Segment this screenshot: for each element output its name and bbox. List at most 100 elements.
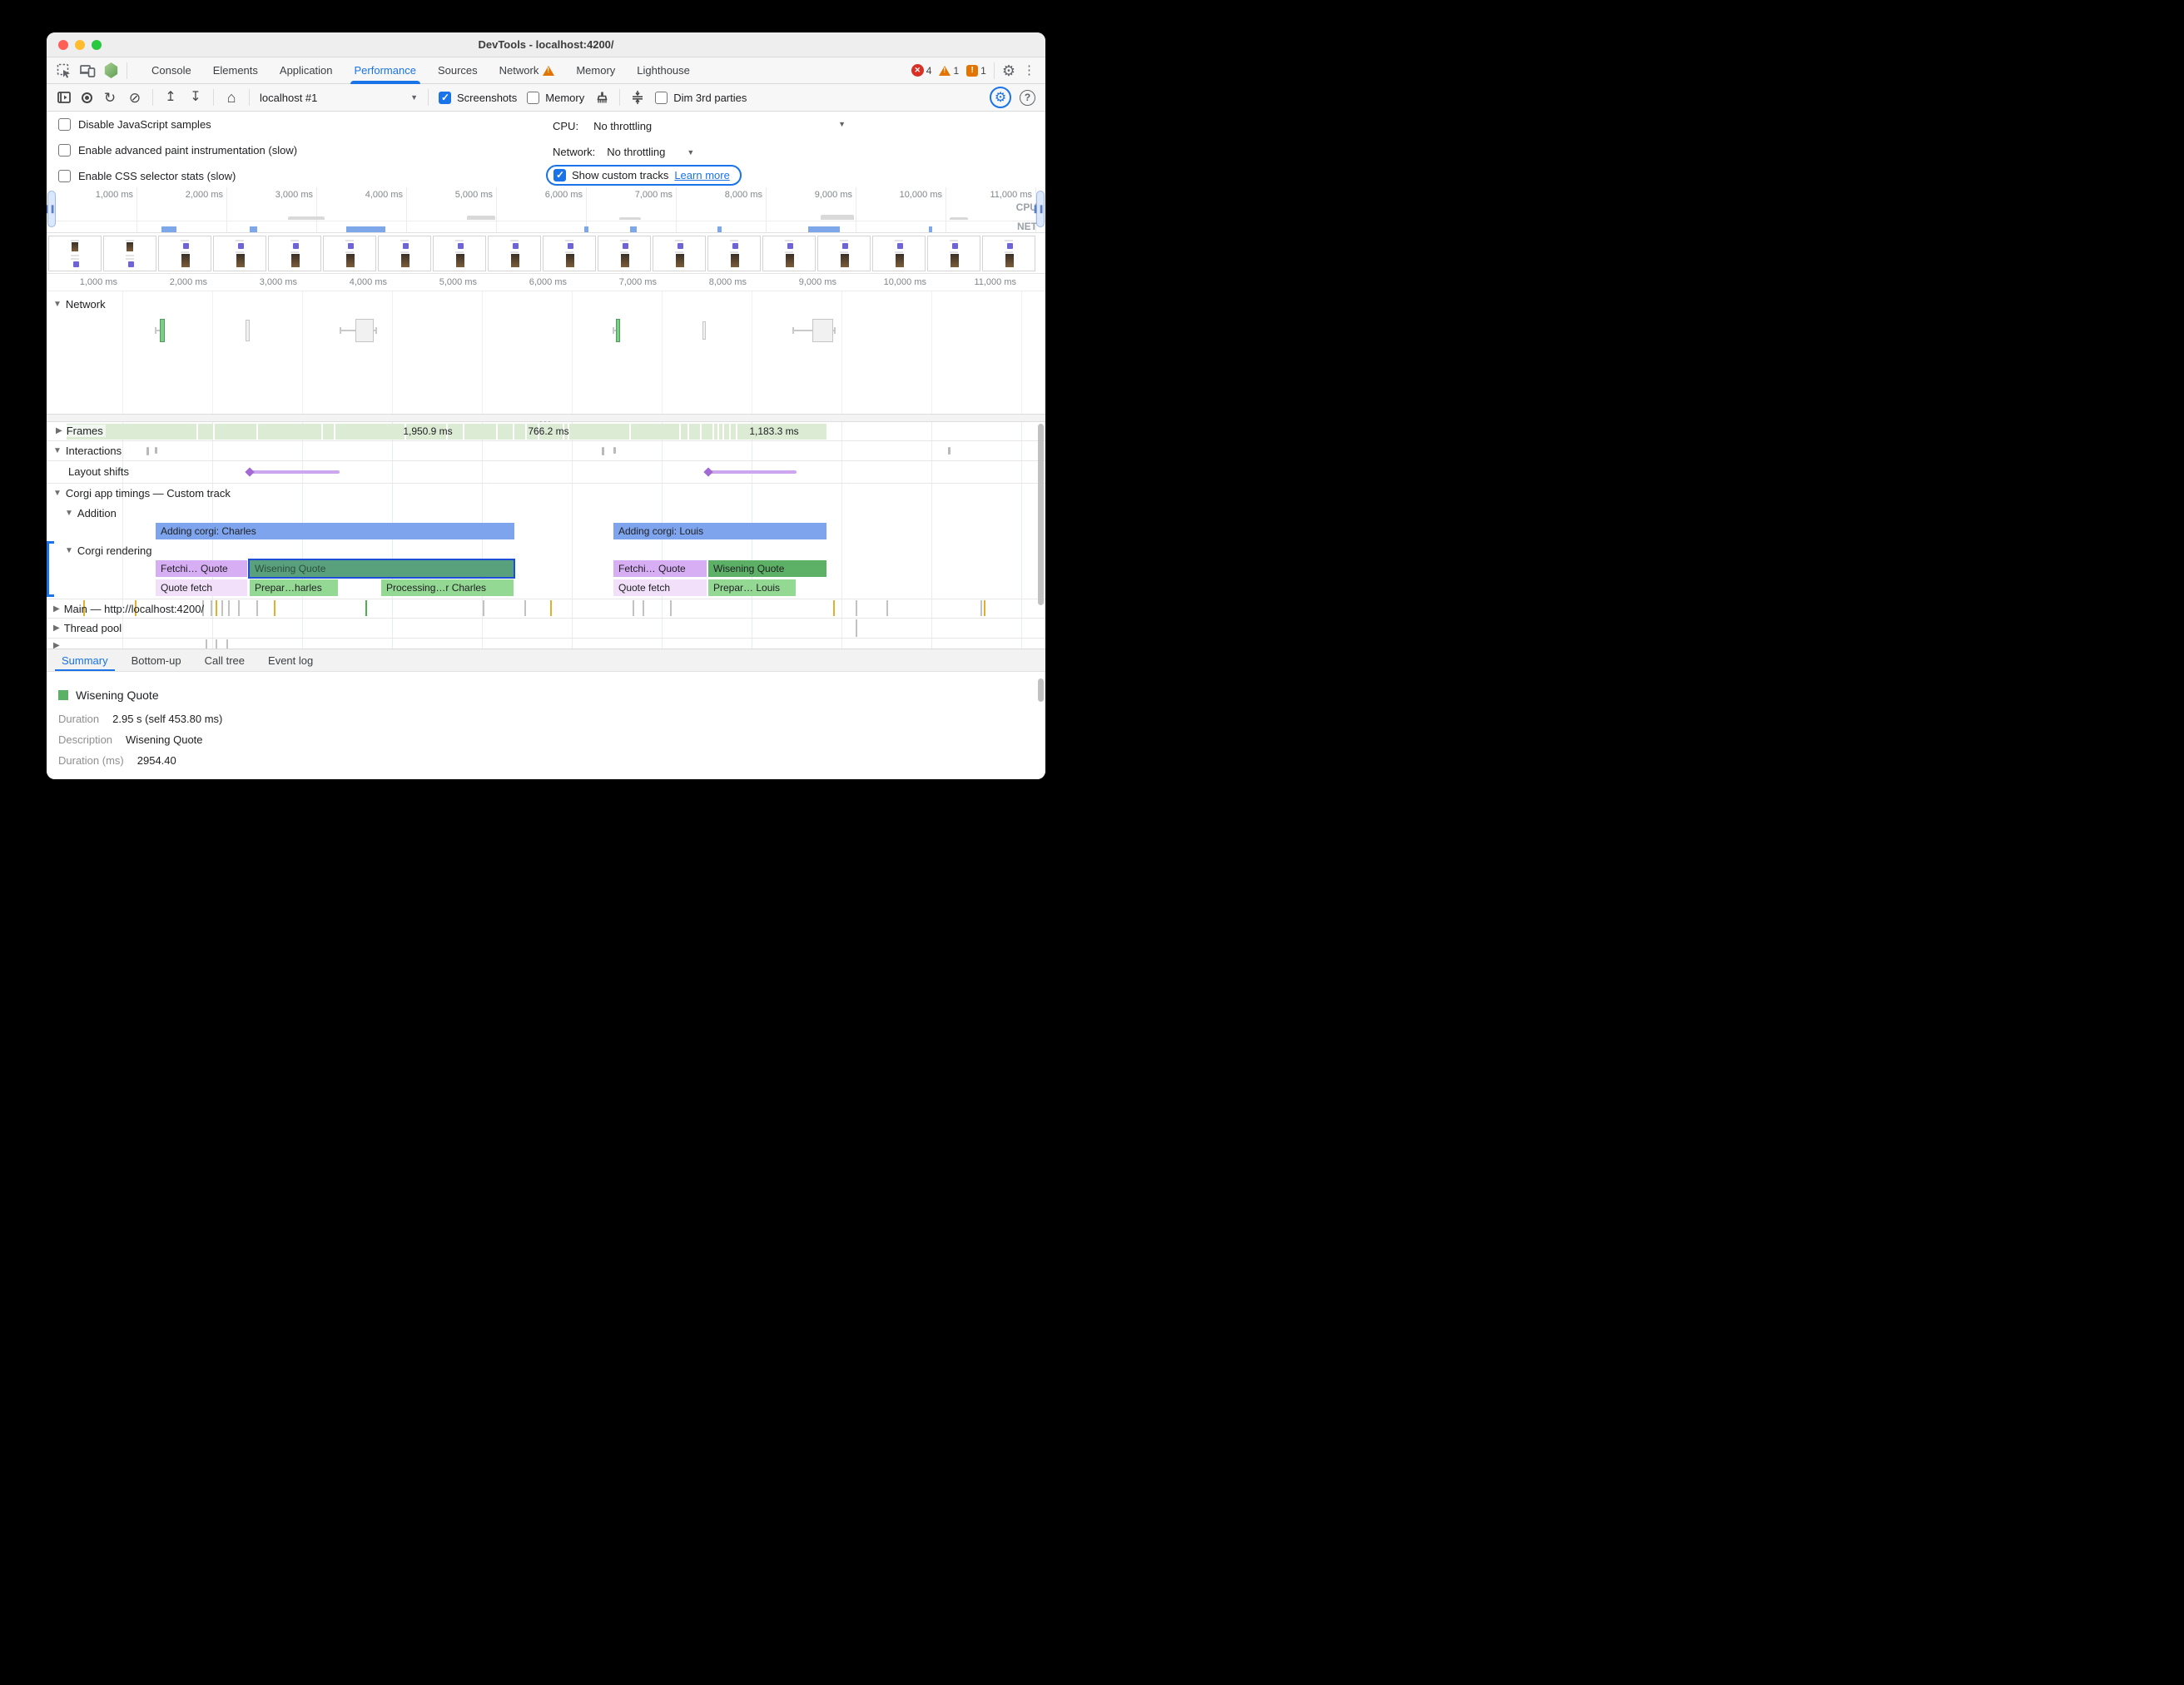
network-request[interactable] — [792, 319, 836, 342]
custom-track-event[interactable]: Prepar… Louis — [708, 579, 796, 596]
tab-sources[interactable]: Sources — [427, 57, 489, 83]
layout-shifts-track-header[interactable]: Layout shifts — [68, 465, 129, 478]
console-warnings-badge[interactable]: 1 — [939, 65, 959, 77]
screenshot-thumbnail[interactable] — [982, 236, 1035, 271]
screenshot-thumbnail[interactable] — [158, 236, 211, 271]
gridline — [572, 422, 573, 649]
issues-badge[interactable]: !1 — [966, 65, 986, 77]
screenshot-thumbnail[interactable] — [48, 236, 102, 271]
custom-track-event[interactable]: Quote fetch — [156, 579, 247, 596]
details-tab-call-tree[interactable]: Call tree — [193, 649, 256, 671]
node-icon[interactable] — [104, 62, 118, 78]
network-track-header[interactable]: ▼ Network — [53, 298, 106, 311]
corgi-track-header[interactable]: ▼Corgi app timings — Custom track — [53, 487, 231, 500]
toggle-sidebar-icon[interactable] — [57, 92, 72, 103]
custom-track-event[interactable]: Wisening Quote — [708, 560, 826, 577]
network-throttling-select[interactable]: Network: No throttling ▼ — [553, 146, 694, 158]
overview-left-handle[interactable]: ▍▍ — [47, 191, 56, 227]
capture-settings-gear-button[interactable]: ⚙ — [990, 87, 1011, 108]
overview-gridline — [586, 187, 587, 232]
tab-label: Elements — [213, 64, 258, 77]
custom-track-event[interactable]: Prepar…harles — [250, 579, 338, 596]
clipped-track-header[interactable]: ▶ — [53, 641, 60, 649]
screenshots-checkbox[interactable]: Screenshots — [439, 92, 517, 104]
help-icon[interactable]: ? — [1020, 90, 1035, 106]
collapse-rows-icon[interactable] — [630, 91, 645, 104]
thread-pool-track-header[interactable]: ▶Thread pool — [53, 622, 122, 634]
interactions-track-header[interactable]: ▼Interactions — [53, 445, 122, 457]
tab-application[interactable]: Application — [269, 57, 344, 83]
main-thread-track-header[interactable]: ▶Main — http://localhost:4200/ — [53, 603, 204, 615]
tab-memory[interactable]: Memory — [565, 57, 626, 83]
tab-elements[interactable]: Elements — [202, 57, 269, 83]
screenshot-thumbnail[interactable] — [707, 236, 761, 271]
custom-track-event[interactable]: Quote fetch — [613, 579, 707, 596]
tab-performance[interactable]: Performance — [344, 57, 427, 83]
custom-track-event[interactable]: Adding corgi: Louis — [613, 523, 826, 539]
timeline-overview[interactable]: 1,000 ms2,000 ms3,000 ms4,000 ms5,000 ms… — [47, 187, 1045, 233]
cpu-throttling-select[interactable]: CPU: No throttling ▼ — [553, 120, 846, 132]
download-profile-button[interactable]: ↧ — [188, 91, 203, 104]
inspect-element-icon[interactable] — [57, 63, 72, 78]
dim-3rd-parties-checkbox[interactable]: Dim 3rd parties — [655, 92, 747, 104]
collect-garbage-icon[interactable] — [594, 92, 609, 104]
network-request[interactable] — [155, 319, 165, 342]
settings-gear-icon[interactable]: ⚙ — [1002, 63, 1015, 78]
addition-group-header[interactable]: ▼Addition — [65, 507, 117, 519]
screenshot-thumbnail[interactable] — [213, 236, 266, 271]
screenshot-thumbnail[interactable] — [488, 236, 541, 271]
screenshot-thumbnail[interactable] — [817, 236, 871, 271]
reload-and-record-button[interactable]: ↻ — [102, 91, 117, 105]
corgi-rendering-group-header[interactable]: ▼Corgi rendering — [65, 544, 152, 557]
screenshot-thumbnail[interactable] — [762, 236, 816, 271]
screenshot-thumbnail[interactable] — [268, 236, 321, 271]
panel-resize-handle[interactable]: ••• — [47, 414, 1045, 422]
more-options-icon[interactable]: ⋮ — [1023, 64, 1035, 77]
network-request[interactable] — [246, 320, 250, 341]
network-request[interactable] — [702, 321, 706, 340]
record-button[interactable] — [82, 92, 92, 103]
setting-checkbox-row[interactable]: Enable CSS selector stats (slow) — [58, 170, 236, 182]
screenshot-thumbnail[interactable] — [433, 236, 486, 271]
console-errors-badge[interactable]: ✕4 — [911, 64, 932, 77]
layout-shift-line — [250, 470, 340, 474]
device-toolbar-icon[interactable] — [80, 63, 96, 77]
target-selector[interactable]: localhost #1 ▼ — [260, 92, 418, 104]
corgi-photo — [621, 254, 629, 267]
clear-recording-button[interactable]: ⊘ — [127, 91, 142, 105]
custom-track-event[interactable]: Wisening Quote — [250, 560, 514, 577]
learn-more-link[interactable]: Learn more — [674, 169, 729, 181]
summary-scrollbar[interactable] — [1038, 678, 1044, 702]
screenshot-thumbnail[interactable] — [927, 236, 980, 271]
setting-checkbox-row[interactable]: Disable JavaScript samples — [58, 118, 211, 131]
vertical-scrollbar[interactable] — [1038, 424, 1044, 605]
screenshot-thumbnail[interactable] — [103, 236, 156, 271]
details-tab-bottom-up[interactable]: Bottom-up — [120, 649, 193, 671]
custom-track-event[interactable]: Fetchi… Quote — [613, 560, 707, 577]
setting-checkbox-row[interactable]: Enable advanced paint instrumentation (s… — [58, 144, 297, 157]
tab-lighthouse[interactable]: Lighthouse — [626, 57, 701, 83]
custom-track-event[interactable]: Adding corgi: Charles — [156, 523, 514, 539]
details-tab-summary[interactable]: Summary — [50, 649, 120, 671]
network-request[interactable] — [340, 319, 377, 342]
screenshot-thumbnail[interactable] — [543, 236, 596, 271]
screenshot-thumbnail[interactable] — [323, 236, 376, 271]
custom-tracks-checkbox[interactable] — [553, 169, 566, 181]
main-thread-event-mark — [980, 600, 982, 616]
ruler-label: 3,000 ms — [231, 277, 297, 287]
custom-track-event[interactable]: Fetchi… Quote — [156, 560, 247, 577]
screenshot-thumbnail[interactable] — [378, 236, 431, 271]
overview-right-handle[interactable]: ▍▍ — [1036, 191, 1045, 227]
screenshot-thumbnail[interactable] — [653, 236, 706, 271]
upload-profile-button[interactable]: ↥ — [163, 91, 178, 104]
details-tab-event-log[interactable]: Event log — [256, 649, 325, 671]
tab-network[interactable]: Network — [489, 57, 566, 83]
frames-track-header[interactable]: ▶Frames — [53, 425, 106, 437]
tab-console[interactable]: Console — [141, 57, 202, 83]
custom-track-event[interactable]: Processing…r Charles — [381, 579, 514, 596]
screenshot-thumbnail[interactable] — [598, 236, 651, 271]
screenshot-thumbnail[interactable] — [872, 236, 926, 271]
network-request[interactable] — [613, 319, 620, 342]
home-icon[interactable]: ⌂ — [224, 90, 239, 105]
memory-checkbox[interactable]: Memory — [527, 92, 584, 104]
